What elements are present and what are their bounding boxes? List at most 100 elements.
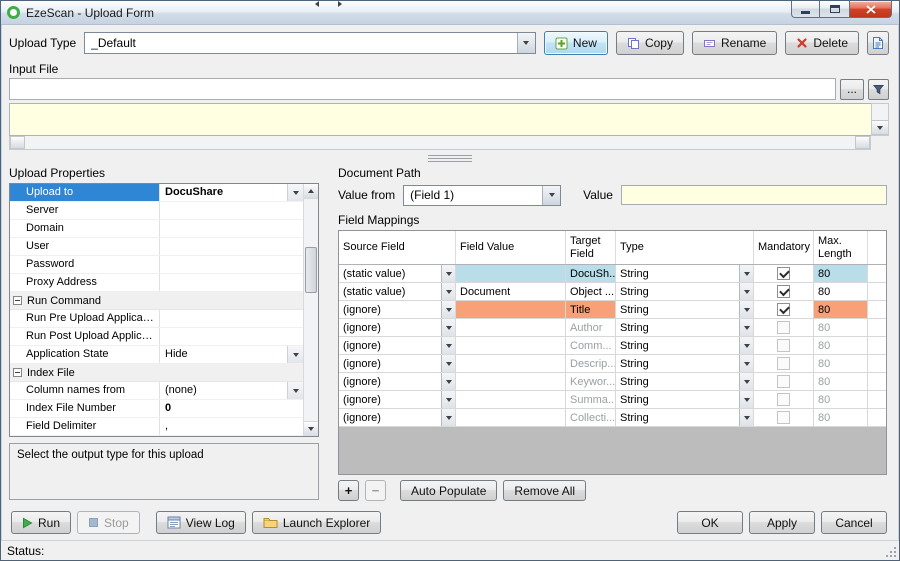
chevron-down-icon[interactable]: [739, 283, 753, 300]
run-button[interactable]: Run: [11, 511, 71, 534]
chevron-down-icon[interactable]: [441, 283, 455, 300]
property-value[interactable]: [160, 238, 303, 255]
cancel-button[interactable]: Cancel: [821, 511, 887, 534]
chevron-down-icon[interactable]: [441, 301, 455, 318]
field-value-cell[interactable]: [456, 373, 566, 390]
column-header-mandatory[interactable]: Mandatory: [754, 231, 814, 264]
max-length-cell[interactable]: 80: [814, 409, 868, 426]
chevron-down-icon[interactable]: [739, 301, 753, 318]
input-file-list[interactable]: [9, 103, 871, 136]
apply-button[interactable]: Apply: [749, 511, 815, 534]
column-header-source-field[interactable]: Source Field: [339, 231, 456, 264]
target-field-cell[interactable]: DocuSh...: [566, 265, 616, 282]
rename-button[interactable]: Rename: [692, 31, 777, 55]
chevron-down-icon[interactable]: [542, 186, 560, 205]
mandatory-checkbox[interactable]: [777, 339, 790, 352]
field-value-cell[interactable]: [456, 409, 566, 426]
chevron-down-icon[interactable]: [739, 319, 753, 336]
property-name[interactable]: Column names from: [10, 382, 160, 399]
mandatory-checkbox[interactable]: [777, 393, 790, 406]
property-name[interactable]: Domain: [10, 220, 160, 237]
property-value[interactable]: Hide: [160, 346, 303, 363]
target-field-cell[interactable]: Object ...: [566, 283, 616, 300]
collapse-icon[interactable]: [13, 296, 22, 305]
property-name[interactable]: Proxy Address: [10, 274, 160, 291]
property-name[interactable]: Server: [10, 202, 160, 219]
launch-explorer-button[interactable]: Launch Explorer: [252, 511, 381, 534]
source-field-select[interactable]: (ignore): [339, 391, 455, 408]
scroll-right-button[interactable]: [855, 136, 870, 149]
properties-scrollbar[interactable]: [303, 184, 318, 436]
scroll-up-button[interactable]: [304, 184, 318, 199]
chevron-down-icon[interactable]: [441, 391, 455, 408]
field-value-cell[interactable]: [456, 337, 566, 354]
property-name[interactable]: User: [10, 238, 160, 255]
property-category-run-command[interactable]: Run Command: [10, 292, 303, 310]
scrollbar-track[interactable]: [304, 199, 318, 421]
chevron-down-icon[interactable]: [441, 355, 455, 372]
source-field-select[interactable]: (ignore): [339, 409, 455, 426]
mandatory-checkbox[interactable]: [777, 321, 790, 334]
mandatory-checkbox[interactable]: [777, 357, 790, 370]
chevron-down-icon[interactable]: [739, 391, 753, 408]
scroll-down-button[interactable]: [872, 120, 888, 135]
chevron-down-icon[interactable]: [287, 184, 303, 201]
type-select[interactable]: String: [616, 391, 753, 408]
mandatory-checkbox[interactable]: [777, 303, 790, 316]
form-template-button[interactable]: [867, 31, 889, 55]
scroll-down-button[interactable]: [304, 421, 318, 436]
scrollbar-thumb[interactable]: [305, 247, 317, 293]
stop-button[interactable]: Stop: [77, 511, 140, 534]
property-name[interactable]: Index File Number: [10, 400, 160, 417]
property-value[interactable]: [160, 328, 303, 345]
max-length-cell[interactable]: 80: [814, 373, 868, 390]
filter-button[interactable]: [868, 79, 889, 100]
target-field-cell[interactable]: Title: [566, 301, 616, 318]
chevron-down-icon[interactable]: [287, 382, 303, 399]
property-value[interactable]: (none): [160, 382, 303, 399]
type-select[interactable]: String: [616, 265, 753, 282]
type-select[interactable]: String: [616, 373, 753, 390]
mandatory-checkbox[interactable]: [777, 411, 790, 424]
max-length-cell[interactable]: 80: [814, 337, 868, 354]
chevron-down-icon[interactable]: [739, 355, 753, 372]
property-value[interactable]: ,: [160, 418, 303, 435]
delete-button[interactable]: Delete: [785, 31, 859, 55]
preview-horizontal-scrollbar[interactable]: [9, 136, 871, 150]
target-field-cell[interactable]: Comm...: [566, 337, 616, 354]
property-name[interactable]: Run Post Upload Applicati...: [10, 328, 160, 345]
preview-vertical-scrollbar[interactable]: [871, 103, 889, 136]
value-from-select[interactable]: (Field 1): [403, 185, 561, 206]
chevron-down-icon[interactable]: [739, 409, 753, 426]
max-length-cell[interactable]: 80: [814, 319, 868, 336]
source-field-select[interactable]: (static value): [339, 283, 455, 300]
view-log-button[interactable]: View Log: [156, 511, 246, 534]
mandatory-checkbox[interactable]: [777, 267, 790, 280]
property-value[interactable]: [160, 274, 303, 291]
ok-button[interactable]: OK: [677, 511, 743, 534]
target-field-cell[interactable]: Author: [566, 319, 616, 336]
max-length-cell[interactable]: 80: [814, 355, 868, 372]
source-field-select[interactable]: (static value): [339, 265, 455, 282]
type-select[interactable]: String: [616, 409, 753, 426]
source-field-select[interactable]: (ignore): [339, 355, 455, 372]
property-name[interactable]: Upload to: [10, 184, 160, 201]
mandatory-checkbox[interactable]: [777, 285, 790, 298]
max-length-cell[interactable]: 80: [814, 265, 868, 282]
field-value-cell[interactable]: [456, 355, 566, 372]
field-value-cell[interactable]: [456, 265, 566, 282]
copy-button[interactable]: Copy: [616, 31, 684, 55]
chevron-down-icon[interactable]: [739, 373, 753, 390]
target-field-cell[interactable]: Keywor...: [566, 373, 616, 390]
chevron-down-icon[interactable]: [517, 33, 535, 53]
field-value-cell[interactable]: [456, 391, 566, 408]
source-field-select[interactable]: (ignore): [339, 373, 455, 390]
max-length-cell[interactable]: 80: [814, 301, 868, 318]
splitter[interactable]: [1, 150, 899, 166]
add-mapping-button[interactable]: +: [338, 480, 359, 501]
field-value-cell[interactable]: [456, 319, 566, 336]
target-field-cell[interactable]: Descrip...: [566, 355, 616, 372]
property-name[interactable]: Application State: [10, 346, 160, 363]
property-name[interactable]: Field Delimiter: [10, 418, 160, 435]
chevron-down-icon[interactable]: [441, 409, 455, 426]
